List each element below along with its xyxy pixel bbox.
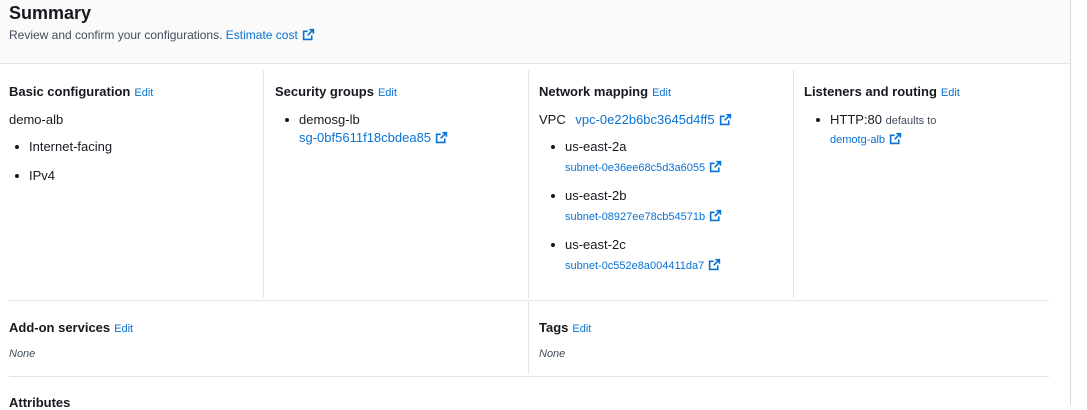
tags-value: None: [539, 348, 566, 360]
scheme-item: Internet-facing: [13, 139, 259, 154]
basic-configuration-heading: Basic configuration Edit: [9, 84, 154, 99]
target-group-row: demotg-alb: [830, 132, 1053, 146]
availability-zone-item: us-east-2a: [549, 139, 793, 154]
add-on-services-heading: Add-on services Edit: [9, 320, 134, 335]
page-title: Summary: [9, 3, 92, 23]
security-groups-section: Security groups Edit demosg-lb sg-0bf5611…: [263, 70, 527, 298]
defaults-to-text: defaults to: [885, 115, 937, 127]
external-link-icon: [708, 258, 721, 271]
edit-add-on-services-link[interactable]: Edit: [114, 323, 133, 335]
subnet-link[interactable]: subnet-0c552e8a004411da7: [565, 258, 721, 272]
summary-page: Summary Review and confirm your configur…: [0, 0, 1087, 410]
vpc-id-link[interactable]: vpc-0e22b6bc3645d4ff5: [575, 112, 731, 127]
external-link-icon: [435, 131, 448, 144]
edit-tags-link[interactable]: Edit: [572, 323, 591, 335]
subtitle-text: Review and confirm your configurations.: [9, 28, 223, 42]
external-link-icon: [889, 132, 902, 145]
listeners-routing-section: Listeners and routing Edit HTTP:80 defaul…: [793, 70, 1053, 298]
tags-section: Tags Edit None: [539, 320, 1039, 360]
tags-heading: Tags Edit: [539, 320, 592, 335]
availability-zone-item: us-east-2c: [549, 237, 793, 252]
network-mapping-heading: Network mapping Edit: [539, 84, 672, 99]
attributes-heading: Attributes: [9, 395, 71, 410]
external-link-icon: [302, 28, 315, 41]
subnet-row: subnet-08927ee78cb54571b: [565, 209, 793, 223]
section-divider: [9, 300, 1049, 301]
estimate-cost-link[interactable]: Estimate cost: [226, 28, 315, 42]
section-divider: [9, 376, 1049, 377]
security-group-id-row: sg-0bf5611f18cbdea85: [299, 130, 527, 145]
target-group-link[interactable]: demotg-alb: [830, 132, 902, 146]
vpc-label: VPC: [539, 112, 566, 127]
vpc-row: VPC vpc-0e22b6bc3645d4ff5: [539, 112, 793, 127]
edit-network-mapping-link[interactable]: Edit: [652, 87, 671, 99]
external-link-icon: [719, 113, 732, 126]
security-group-name: demosg-lb: [283, 112, 527, 127]
listener-item: HTTP:80 defaults to: [814, 112, 1053, 127]
basic-configuration-section: Basic configuration Edit demo-alb Interne…: [9, 70, 259, 298]
network-mapping-section: Network mapping Edit VPC vpc-0e22b6bc3645…: [528, 70, 793, 298]
edit-basic-configuration-link[interactable]: Edit: [134, 87, 153, 99]
external-link-icon: [709, 209, 722, 222]
availability-zone-item: us-east-2b: [549, 188, 793, 203]
summary-subtitle: Review and confirm your configurations. …: [9, 28, 315, 42]
column-divider: [528, 302, 529, 374]
ip-type-item: IPv4: [13, 168, 259, 183]
edit-listeners-routing-link[interactable]: Edit: [941, 87, 960, 99]
subnet-row: subnet-0c552e8a004411da7: [565, 258, 793, 272]
summary-card: Summary Review and confirm your configur…: [0, 0, 1071, 410]
security-group-id-link[interactable]: sg-0bf5611f18cbdea85: [299, 130, 448, 145]
edit-security-groups-link[interactable]: Edit: [378, 87, 397, 99]
load-balancer-name: demo-alb: [9, 112, 64, 127]
summary-header: Summary Review and confirm your configur…: [0, 0, 1070, 64]
subnet-link[interactable]: subnet-08927ee78cb54571b: [565, 209, 722, 223]
external-link-icon: [709, 160, 722, 173]
subnet-row: subnet-0e36ee68c5d3a6055: [565, 160, 793, 174]
subnet-link[interactable]: subnet-0e36ee68c5d3a6055: [565, 160, 722, 174]
add-on-services-section: Add-on services Edit None: [9, 320, 524, 360]
listener-protocol-port: HTTP:80: [830, 112, 883, 127]
listeners-routing-heading: Listeners and routing Edit: [804, 84, 960, 99]
security-groups-heading: Security groups Edit: [275, 84, 397, 99]
add-on-services-value: None: [9, 348, 36, 360]
